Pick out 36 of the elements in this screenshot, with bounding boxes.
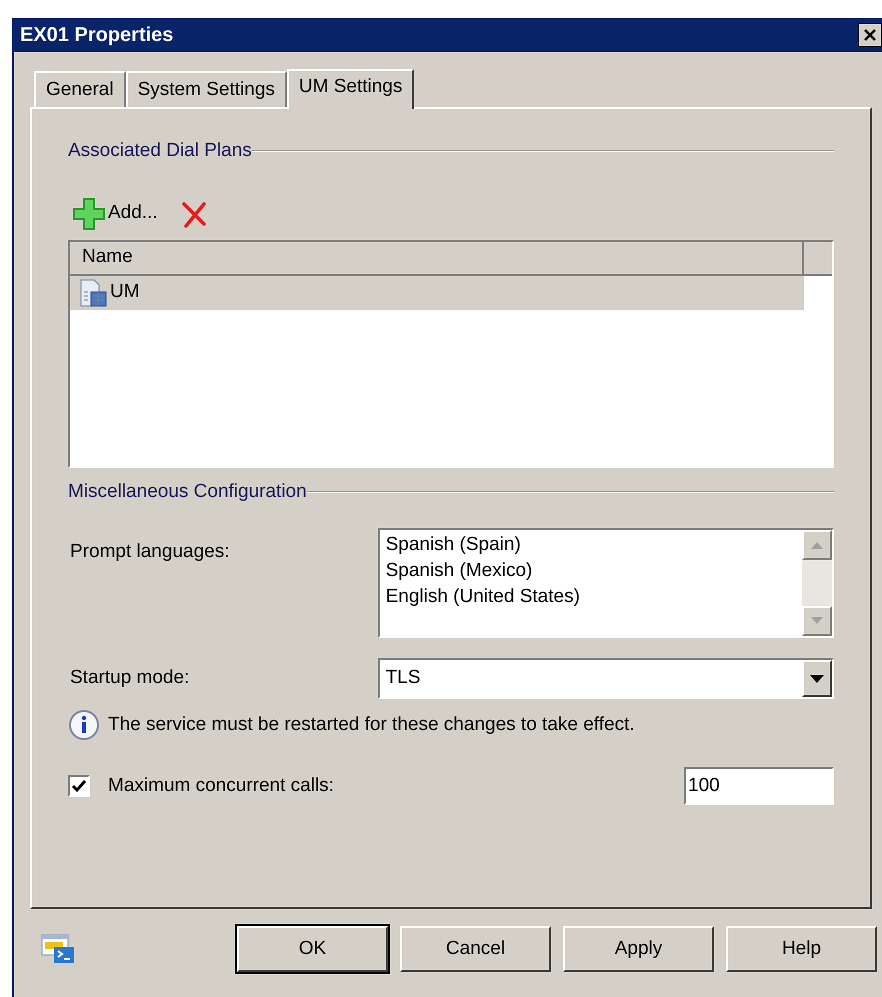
scroll-up-icon — [811, 541, 823, 549]
field-label: Prompt languages: — [69, 540, 230, 564]
tab[interactable]: System Settings — [126, 71, 287, 107]
remove-button[interactable] — [180, 200, 208, 228]
section-heading: Miscellaneous Configuration — [68, 480, 307, 504]
section-heading: Associated Dial Plans — [68, 139, 252, 163]
check-icon — [72, 779, 86, 793]
max-calls-checkbox[interactable] — [68, 775, 90, 797]
startup-mode-dropdown[interactable]: TLS — [378, 658, 834, 699]
list-item[interactable]: Spanish (Spain) — [386, 532, 802, 558]
add-button[interactable]: Add... — [72, 196, 158, 230]
info-icon — [68, 709, 100, 741]
max-calls-input[interactable]: 100 — [684, 767, 834, 805]
dialog-button[interactable]: Help — [726, 926, 877, 972]
tab[interactable]: UM Settings — [286, 69, 414, 109]
language-list[interactable]: Spanish (Spain) Spanish (Mexico) English (United States) — [378, 528, 834, 638]
plus-icon — [72, 196, 106, 230]
info-message: The service must be restarted for these changes to take effect. — [108, 712, 635, 737]
dropdown-arrow-icon — [810, 674, 824, 682]
window-title: EX01 Properties — [20, 23, 174, 48]
checkbox-label: Maximum concurrent calls: — [108, 774, 335, 798]
list-row[interactable]: UM — [70, 276, 804, 310]
scrollbar[interactable] — [802, 530, 832, 636]
console-icon — [40, 933, 76, 965]
dialog-button[interactable]: Cancel — [400, 926, 551, 972]
list-item[interactable]: English (United States) — [386, 584, 802, 610]
dialog-button[interactable]: Apply — [563, 926, 714, 972]
scroll-down-icon — [811, 617, 823, 625]
dialog-button[interactable]: OK — [237, 926, 388, 972]
delete-icon — [180, 200, 208, 228]
document-icon — [78, 278, 108, 308]
field-label: Startup mode: — [69, 666, 190, 690]
close-icon — [863, 28, 877, 42]
list-item[interactable]: Spanish (Mexico) — [386, 558, 802, 584]
tab[interactable]: General — [34, 71, 126, 107]
close-button[interactable] — [858, 23, 882, 47]
